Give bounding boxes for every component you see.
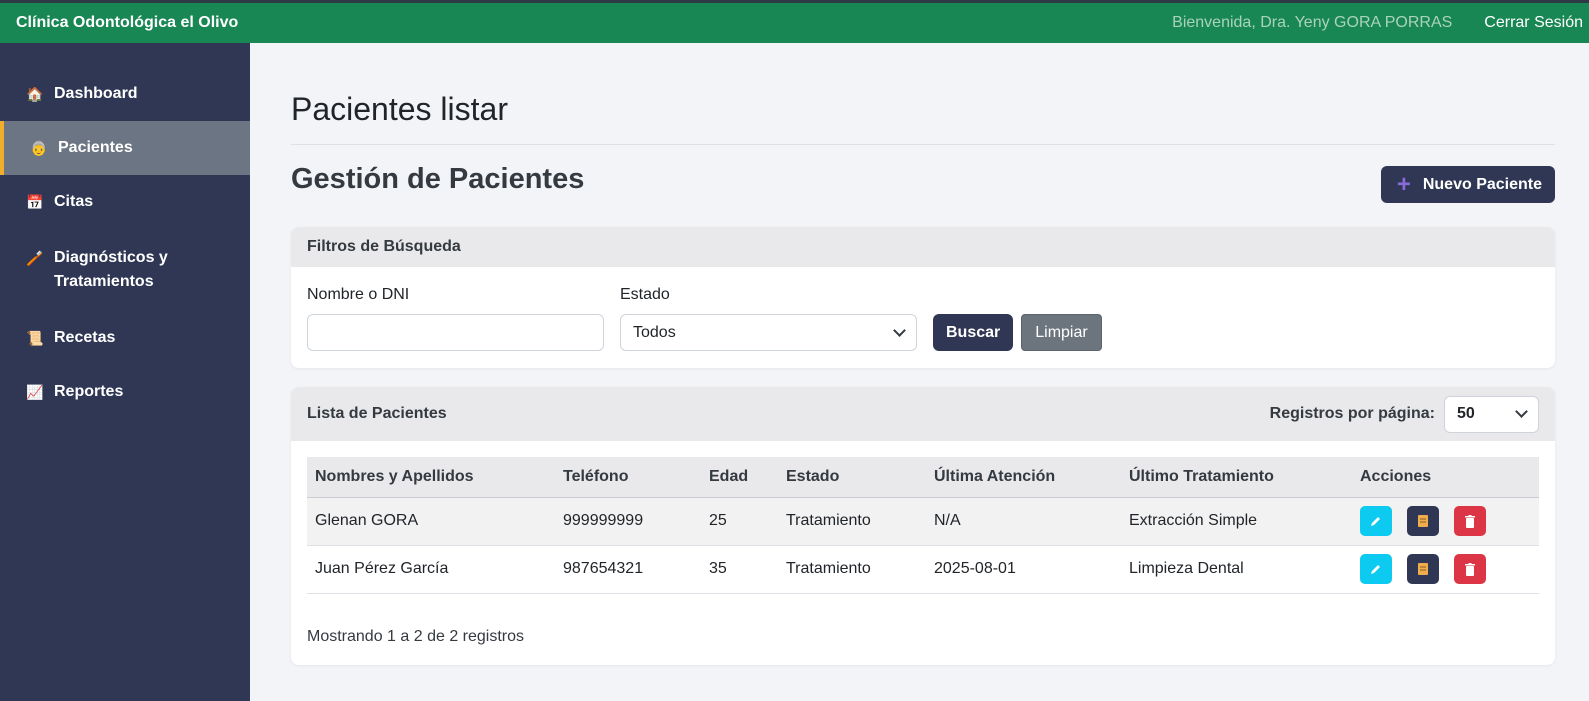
list-title: Lista de Pacientes <box>307 405 447 422</box>
sidebar-item-dashboard[interactable]: 🏠 Dashboard <box>0 67 250 121</box>
toothbrush-icon: 🪥 <box>26 250 44 266</box>
scroll-icon: 📜 <box>26 330 44 346</box>
per-page-value: 50 <box>1457 405 1475 422</box>
cell-status: Tratamiento <box>778 545 926 594</box>
edit-button[interactable] <box>1360 506 1392 536</box>
sidebar-item-reportes[interactable]: 📈 Reportes <box>0 365 250 419</box>
column-header[interactable]: Último Tratamiento <box>1121 457 1352 498</box>
topbar-right: Bienvenida, Dra. Yeny GORA PORRAS Cerrar… <box>1172 14 1583 32</box>
cell-last-treatment: Limpieza Dental <box>1121 545 1352 594</box>
status-filter-label: Estado <box>620 286 670 303</box>
delete-button[interactable] <box>1454 506 1486 536</box>
section-header: Gestión de Pacientes + Nuevo Paciente <box>291 163 1555 203</box>
table-row: Juan Pérez García 987654321 35 Tratamien… <box>307 545 1539 594</box>
column-header[interactable]: Edad <box>701 457 778 498</box>
sidebar-item-label: Reportes <box>54 383 124 400</box>
house-icon: 🏠 <box>26 86 44 102</box>
plus-icon: + <box>1396 170 1411 198</box>
chevron-down-icon <box>1515 405 1528 418</box>
prescription-button[interactable] <box>1407 554 1439 584</box>
cell-age: 35 <box>701 545 778 594</box>
column-header[interactable]: Estado <box>778 457 926 498</box>
records-summary: Mostrando 1 a 2 de 2 registros <box>307 627 525 645</box>
sidebar-item-recetas[interactable]: 📜 Recetas <box>0 311 250 365</box>
per-page-control: Registros por página: 50 <box>1269 395 1539 433</box>
status-filter-group: Estado Todos <box>620 286 917 351</box>
sidebar-item-diagnosticos[interactable]: 🪥 Diagnósticos y Tratamientos <box>0 229 250 311</box>
sidebar: 🏠 Dashboard 👵 Pacientes 📅 Citas 🪥 Diagnó… <box>0 43 250 701</box>
new-patient-button[interactable]: + Nuevo Paciente <box>1380 166 1555 203</box>
column-header[interactable]: Teléfono <box>555 457 701 498</box>
column-header[interactable]: Última Atención <box>926 457 1121 498</box>
filters-body: Nombre o DNI Estado Todos Buscar Limpiar <box>291 267 1555 367</box>
top-navbar: Clínica Odontológica el Olivo Bienvenida… <box>0 0 1589 43</box>
patient-icon: 👵 <box>30 140 48 156</box>
table-header-row: Nombres y Apellidos Teléfono Edad Estado… <box>307 457 1539 498</box>
chart-icon: 📈 <box>26 384 44 400</box>
delete-button[interactable] <box>1454 554 1486 584</box>
prescription-button[interactable] <box>1407 506 1439 536</box>
cell-name: Glenan GORA <box>307 497 555 546</box>
search-button[interactable]: Buscar <box>933 314 1014 351</box>
table-wrapper: Nombres y Apellidos Teléfono Edad Estado… <box>291 441 1555 594</box>
cell-age: 25 <box>701 497 778 546</box>
filters-header: Filtros de Búsqueda <box>291 227 1555 267</box>
cell-last-visit: 2025-08-01 <box>926 545 1121 594</box>
patients-list-card: Lista de Pacientes Registros por página:… <box>291 387 1555 665</box>
filters-card: Filtros de Búsqueda Nombre o DNI Estado … <box>291 227 1555 368</box>
cell-actions <box>1352 545 1539 594</box>
cell-status: Tratamiento <box>778 497 926 546</box>
cell-last-treatment: Extracción Simple <box>1121 497 1352 546</box>
sidebar-item-citas[interactable]: 📅 Citas <box>0 175 250 229</box>
sidebar-item-label: Pacientes <box>58 139 133 156</box>
sidebar-item-label: Dashboard <box>54 85 138 102</box>
cell-last-visit: N/A <box>926 497 1121 546</box>
status-select[interactable]: Todos <box>620 314 917 351</box>
cell-actions <box>1352 497 1539 546</box>
main-content: Pacientes listar Gestión de Pacientes + … <box>250 43 1589 701</box>
section-title: Gestión de Pacientes <box>291 163 585 195</box>
welcome-text: Bienvenida, Dra. Yeny GORA PORRAS <box>1172 14 1453 31</box>
chevron-down-icon <box>893 323 906 337</box>
sidebar-item-label: Diagnósticos y Tratamientos <box>54 249 168 290</box>
scroll-icon <box>1418 515 1428 527</box>
sidebar-item-label: Citas <box>54 193 94 210</box>
calendar-icon: 📅 <box>26 194 44 210</box>
edit-button[interactable] <box>1360 554 1392 584</box>
pencil-icon <box>1371 517 1380 526</box>
list-header: Lista de Pacientes Registros por página:… <box>291 387 1555 441</box>
status-select-value: Todos <box>633 323 676 341</box>
pencil-icon <box>1371 565 1380 574</box>
per-page-select[interactable]: 50 <box>1444 395 1539 433</box>
scroll-icon <box>1418 563 1428 575</box>
clear-button[interactable]: Limpiar <box>1021 314 1102 351</box>
page-title: Pacientes listar <box>291 91 1555 145</box>
cell-phone: 999999999 <box>555 497 701 546</box>
new-patient-label: Nuevo Paciente <box>1422 175 1542 193</box>
trash-icon <box>1465 562 1475 576</box>
table-row: Glenan GORA 999999999 25 Tratamiento N/A… <box>307 497 1539 546</box>
sidebar-item-pacientes[interactable]: 👵 Pacientes <box>0 121 250 175</box>
column-header[interactable]: Nombres y Apellidos <box>307 457 555 498</box>
cell-name: Juan Pérez García <box>307 545 555 594</box>
cell-phone: 987654321 <box>555 545 701 594</box>
column-header: Acciones <box>1352 457 1539 498</box>
brand-name[interactable]: Clínica Odontológica el Olivo <box>16 14 238 32</box>
name-dni-input[interactable] <box>307 314 604 351</box>
sidebar-item-label: Recetas <box>54 329 116 346</box>
patients-table: Nombres y Apellidos Teléfono Edad Estado… <box>307 457 1539 594</box>
name-filter-group: Nombre o DNI <box>307 286 604 351</box>
per-page-label: Registros por página: <box>1269 405 1435 422</box>
trash-icon <box>1465 514 1475 528</box>
logout-link[interactable]: Cerrar Sesión <box>1484 14 1583 32</box>
name-filter-label: Nombre o DNI <box>307 286 410 303</box>
